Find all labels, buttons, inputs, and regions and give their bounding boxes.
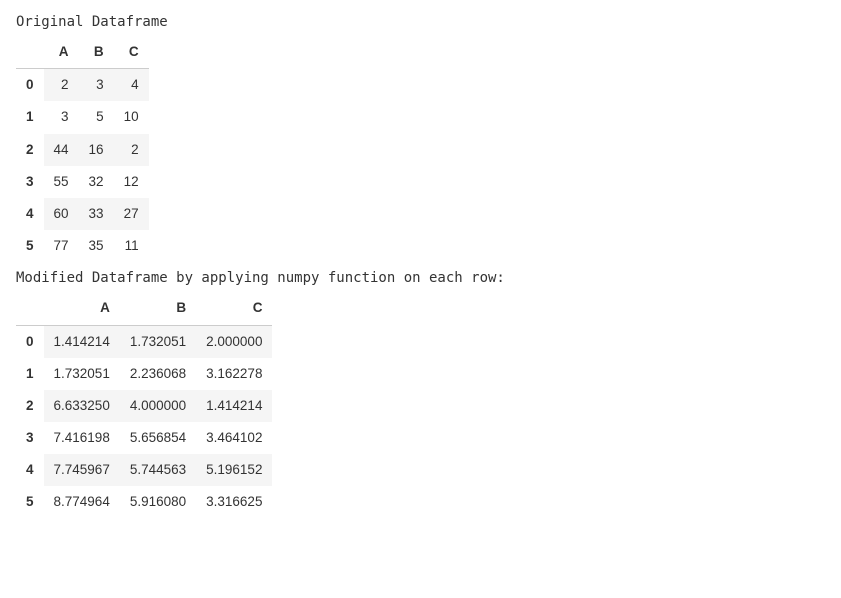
cell: 5.656854 [120,422,196,454]
cell: 2.000000 [196,325,272,358]
table-row: 0 1.414214 1.732051 2.000000 [16,325,272,358]
cell: 1.414214 [44,325,120,358]
row-index: 2 [16,134,44,166]
cell: 2 [114,134,149,166]
row-index: 3 [16,166,44,198]
cell: 5.744563 [120,454,196,486]
cell: 16 [79,134,114,166]
col-header: C [196,292,272,325]
original-caption: Original Dataframe [16,14,825,30]
cell: 27 [114,198,149,230]
modified-dataframe: A B C 0 1.414214 1.732051 2.000000 1 1.7… [16,292,272,518]
cell: 8.774964 [44,486,120,518]
row-index: 0 [16,69,44,102]
cell: 44 [44,134,79,166]
table-row: 5 77 35 11 [16,230,149,262]
table-row: 3 7.416198 5.656854 3.464102 [16,422,272,454]
blank-header [16,36,44,69]
blank-header [16,292,44,325]
cell: 7.745967 [44,454,120,486]
col-header: C [114,36,149,69]
row-index: 4 [16,198,44,230]
row-index: 5 [16,486,44,518]
cell: 3.316625 [196,486,272,518]
cell: 11 [114,230,149,262]
col-header: A [44,292,120,325]
row-index: 2 [16,390,44,422]
cell: 4.000000 [120,390,196,422]
table-row: 1 3 5 10 [16,101,149,133]
cell: 7.416198 [44,422,120,454]
original-dataframe: A B C 0 2 3 4 1 3 5 10 2 44 16 2 3 55 32… [16,36,149,262]
col-header: A [44,36,79,69]
cell: 33 [79,198,114,230]
cell: 6.633250 [44,390,120,422]
cell: 1.732051 [44,358,120,390]
cell: 3.464102 [196,422,272,454]
row-index: 1 [16,101,44,133]
cell: 60 [44,198,79,230]
table-row: 5 8.774964 5.916080 3.316625 [16,486,272,518]
table-row: 4 60 33 27 [16,198,149,230]
cell: 2.236068 [120,358,196,390]
cell: 1.732051 [120,325,196,358]
row-index: 4 [16,454,44,486]
table-row: 2 6.633250 4.000000 1.414214 [16,390,272,422]
row-index: 3 [16,422,44,454]
cell: 4 [114,69,149,102]
cell: 1.414214 [196,390,272,422]
table-row: 3 55 32 12 [16,166,149,198]
cell: 10 [114,101,149,133]
cell: 77 [44,230,79,262]
cell: 2 [44,69,79,102]
row-index: 1 [16,358,44,390]
cell: 12 [114,166,149,198]
col-header: B [120,292,196,325]
cell: 35 [79,230,114,262]
table-row: 0 2 3 4 [16,69,149,102]
cell: 32 [79,166,114,198]
cell: 55 [44,166,79,198]
cell: 5.196152 [196,454,272,486]
cell: 3.162278 [196,358,272,390]
table-row: 1 1.732051 2.236068 3.162278 [16,358,272,390]
modified-caption: Modified Dataframe by applying numpy fun… [16,270,825,286]
cell: 3 [44,101,79,133]
cell: 5 [79,101,114,133]
row-index: 5 [16,230,44,262]
row-index: 0 [16,325,44,358]
cell: 5.916080 [120,486,196,518]
table-row: 2 44 16 2 [16,134,149,166]
table-row: 4 7.745967 5.744563 5.196152 [16,454,272,486]
col-header: B [79,36,114,69]
cell: 3 [79,69,114,102]
